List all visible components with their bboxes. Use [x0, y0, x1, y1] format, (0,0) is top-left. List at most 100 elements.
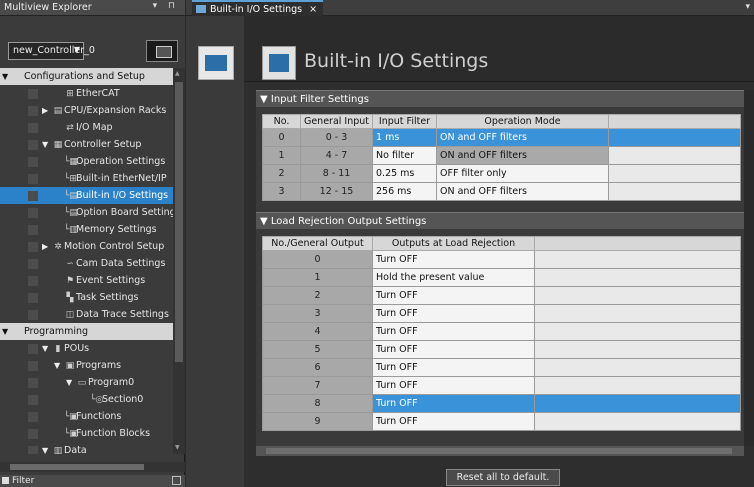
tab-menu-icon[interactable]: ▾ — [745, 2, 750, 12]
table-row[interactable]: 00 - 31 ms ON and OFF filters — [262, 128, 741, 147]
load-rejection-section-header[interactable]: ▼ Load Rejection Output Settings — [256, 212, 744, 229]
tree-item-memory-settings[interactable]: └▥Memory Settings — [0, 221, 173, 238]
tree-node-icon: └⊞ — [64, 174, 77, 184]
load-rejection-value-cell[interactable]: Turn OFF — [372, 394, 535, 413]
table-row[interactable]: 9 Turn OFF — [262, 412, 741, 431]
input-filter-cell[interactable]: 0.25 ms — [372, 164, 437, 183]
tree-item-data-trace-settings[interactable]: ◫ Data Trace Settings — [0, 306, 173, 323]
tree-item-pous[interactable]: ▼ ▮ POUs — [0, 340, 173, 357]
output-number: 6 — [262, 358, 373, 377]
operation-mode-cell[interactable]: OFF filter only — [436, 164, 609, 183]
operation-mode-cell[interactable]: ON and OFF filters — [436, 128, 609, 147]
input-filter-section-header[interactable]: ▼ Input Filter Settings — [256, 90, 744, 107]
filter-label: Filter — [12, 476, 35, 486]
expand-toggle-icon[interactable]: ▼ — [42, 136, 52, 153]
tree-item-ethercat[interactable]: ⊞ EtherCAT — [0, 85, 173, 102]
tree-item-cpu-expansion-racks[interactable]: ▶ ▤ CPU/Expansion Racks — [0, 102, 173, 119]
close-icon[interactable]: × — [309, 4, 317, 15]
pane-controls-icon[interactable]: ▾ ⊓ — [153, 1, 179, 11]
table-row[interactable]: 28 - 11 0.25 ms OFF filter only — [262, 164, 741, 183]
load-rejection-value-cell[interactable]: Turn OFF — [372, 286, 535, 305]
expand-toggle-icon[interactable]: ▼ — [54, 357, 64, 374]
tree-item-function-blocks[interactable]: └▣Function Blocks — [0, 425, 173, 442]
scroll-thumb[interactable] — [175, 82, 183, 362]
tree-item-option-board-settings[interactable]: └▤Option Board Settings — [0, 204, 173, 221]
input-filter-cell[interactable]: No filter — [372, 146, 437, 165]
tree-item-motion-control-setup[interactable]: ▶ ✲ Motion Control Setup — [0, 238, 173, 255]
table-row[interactable]: 4 Turn OFF — [262, 322, 741, 341]
scroll-down-icon[interactable]: ▼ — [175, 444, 183, 452]
tree-item-functions[interactable]: └▣Functions — [0, 408, 173, 425]
expand-toggle-icon[interactable]: ▼ — [2, 323, 12, 340]
expand-toggle-icon[interactable]: ▼ — [66, 374, 76, 391]
tree-horizontal-scrollbar[interactable] — [0, 462, 185, 472]
load-rejection-value-cell[interactable]: Turn OFF — [372, 340, 535, 359]
tab-built-in-io-settings[interactable]: Built-in I/O Settings × — [192, 0, 324, 16]
output-number: 3 — [262, 304, 373, 323]
tree-item-i-o-map[interactable]: ⇄ I/O Map — [0, 119, 173, 136]
table-row[interactable]: 3 12 - 15 256 ms ON and OFF filters — [262, 182, 741, 201]
expand-toggle-icon[interactable]: ▼ — [42, 442, 52, 454]
filter-bar[interactable]: Filter — [0, 475, 185, 487]
table-row[interactable]: 7 Turn OFF — [262, 376, 741, 395]
tree-item-program0[interactable]: ▼ ▭ Program0 — [0, 374, 173, 391]
content-vertical-scrollbar[interactable] — [744, 90, 754, 446]
load-rejection-value-cell[interactable]: Turn OFF — [372, 358, 535, 377]
expand-toggle-icon[interactable]: ▶ — [42, 238, 52, 255]
table-row[interactable]: 1 Hold the present value — [262, 268, 741, 287]
tree-item-label: Functions — [76, 411, 122, 422]
tree-item-controller-setup[interactable]: ▼ ▦ Controller Setup — [0, 136, 173, 153]
tree-item-cam-data-settings[interactable]: ∽ Cam Data Settings — [0, 255, 173, 272]
filter-icon — [2, 477, 9, 484]
tree-item-configurations-and-setup[interactable]: ▼ Configurations and Setup — [0, 68, 173, 85]
tree-item-data[interactable]: ▼ ▥ Data — [0, 442, 173, 454]
expand-toggle-icon[interactable]: ▶ — [42, 102, 52, 119]
load-rejection-value-cell[interactable]: Turn OFF — [372, 304, 535, 323]
expand-toggle-icon[interactable]: ▼ — [2, 68, 12, 85]
output-number: 9 — [262, 412, 373, 431]
tree-gutter — [28, 446, 38, 454]
filter-expand-icon[interactable] — [172, 476, 181, 485]
io-module-icon[interactable] — [198, 46, 234, 80]
scroll-thumb[interactable] — [10, 464, 144, 470]
tree-gutter — [28, 310, 38, 320]
scroll-up-icon[interactable]: ▲ — [175, 70, 183, 78]
scroll-thumb[interactable] — [266, 448, 732, 454]
load-rejection-value-cell[interactable]: Turn OFF — [372, 322, 535, 341]
general-input-cell: 12 - 15 — [300, 182, 373, 201]
tree-item-operation-settings[interactable]: └▦Operation Settings — [0, 153, 173, 170]
controller-dropdown[interactable]: new_Controller_0 ▼ — [8, 42, 95, 60]
tree-item-programming[interactable]: ▼ Programming — [0, 323, 173, 340]
tree-item-programs[interactable]: ▼ ▣ Programs — [0, 357, 173, 374]
table-row[interactable]: 14 - 7 No filter ON and OFF filters — [262, 146, 741, 165]
operation-mode-cell[interactable]: ON and OFF filters — [436, 182, 609, 201]
reset-all-button[interactable]: Reset all to default. — [446, 469, 560, 486]
tree-vertical-scrollbar[interactable]: ▲ ▼ — [173, 68, 185, 454]
input-filter-cell[interactable]: 1 ms — [372, 128, 437, 147]
table-row[interactable]: 0 Turn OFF — [262, 250, 741, 269]
tree-gutter — [28, 140, 38, 150]
load-rejection-value-cell[interactable]: Hold the present value — [372, 268, 535, 287]
table-row[interactable]: 6 Turn OFF — [262, 358, 741, 377]
table-row[interactable]: 5 Turn OFF — [262, 340, 741, 359]
table-row[interactable]: 3 Turn OFF — [262, 304, 741, 323]
table-row[interactable]: 2 Turn OFF — [262, 286, 741, 305]
tree-gutter — [28, 344, 38, 354]
tree-node-icon: ✲ — [54, 242, 62, 252]
content-horizontal-scrollbar[interactable] — [256, 446, 744, 456]
tree-item-section0[interactable]: └◎Section0 — [0, 391, 173, 408]
tree-item-task-settings[interactable]: ▚ Task Settings — [0, 289, 173, 306]
expand-toggle-icon[interactable]: ▼ — [42, 340, 52, 357]
filler-cell — [608, 146, 741, 165]
tree-item-built-in-i-o-settings[interactable]: └▤Built-in I/O Settings — [0, 187, 173, 204]
tree-item-event-settings[interactable]: ⚑ Event Settings — [0, 272, 173, 289]
load-rejection-value-cell[interactable]: Turn OFF — [372, 412, 535, 431]
operation-mode-cell[interactable]: ON and OFF filters — [436, 146, 609, 165]
tree-item-built-in-ethernet-ip[interactable]: └⊞Built-in EtherNet/IP — [0, 170, 173, 187]
load-rejection-value-cell[interactable]: Turn OFF — [372, 250, 535, 269]
load-rejection-value-cell[interactable]: Turn OFF — [372, 376, 535, 395]
table-row[interactable]: 8 Turn OFF — [262, 394, 741, 413]
input-filter-cell[interactable]: 256 ms — [372, 182, 437, 201]
tree-node-icon: ▤ — [53, 106, 63, 116]
controller-status-icon[interactable] — [146, 40, 178, 62]
